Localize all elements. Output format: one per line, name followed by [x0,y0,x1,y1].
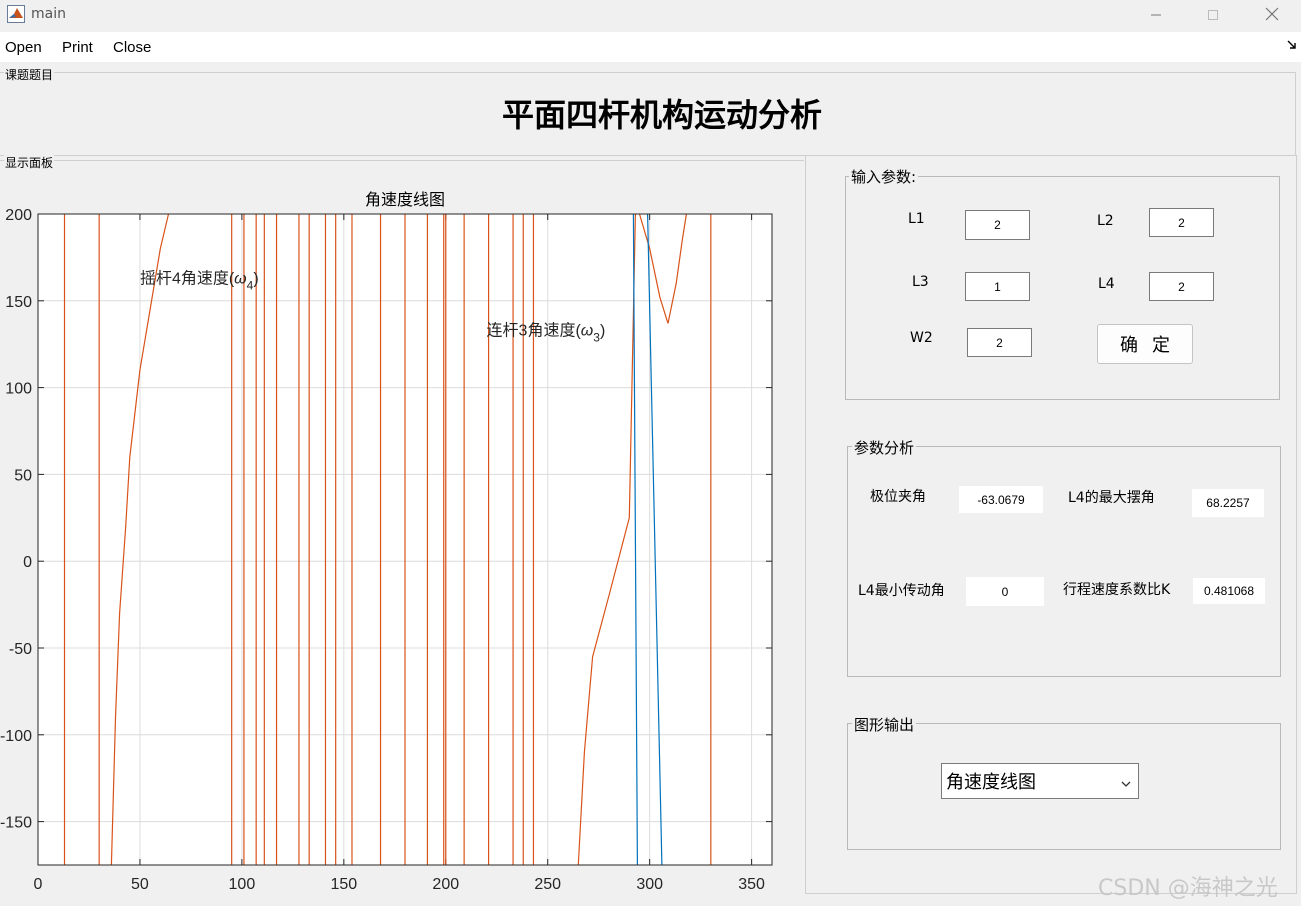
minimize-button[interactable] [1133,0,1179,31]
l2-label: L2 [1097,213,1114,229]
confirm-button[interactable]: 确定 [1097,324,1193,364]
y-tick-label: 150 [5,294,32,311]
y-tick-label: 50 [14,467,32,484]
l3-label: L3 [912,274,929,290]
matlab-app-icon [7,5,25,23]
w2-input[interactable]: 2 [967,328,1032,357]
speed-ratio-label: 行程速度系数比K [1063,582,1171,598]
graph-type-selected: 角速度线图 [946,772,1036,793]
w2-label: W2 [910,330,933,346]
x-tick-label: 200 [432,876,459,893]
l3-input[interactable]: 1 [965,272,1030,301]
corner-arrow-icon[interactable] [1287,40,1297,53]
window-titlebar [0,0,1301,31]
y-tick-label: -50 [9,641,32,658]
display-panel-legend: 显示面板 [4,154,55,171]
l1-input[interactable]: 2 [965,210,1030,240]
y-tick-label: 100 [5,381,32,398]
x-tick-label: 300 [636,876,663,893]
chart-title: 角速度线图 [365,191,445,209]
max-swing-value: 68.2257 [1192,489,1264,517]
x-tick-label: 350 [738,876,765,893]
extreme-angle-value: -63.0679 [959,486,1043,513]
menu-print[interactable]: Print [62,39,93,56]
speed-ratio-value: 0.481068 [1193,578,1265,604]
x-tick-label: 100 [229,876,256,893]
y-tick-label: -150 [0,815,32,832]
menu-open[interactable]: Open [5,39,42,56]
extreme-angle-label: 极位夹角 [870,489,926,505]
title-panel-legend: 课题题目 [4,66,55,83]
x-tick-label: 250 [534,876,561,893]
min-transmission-label: L4最小传动角 [858,583,945,599]
watermark: CSDN @海神之光 [1098,876,1278,901]
min-transmission-value: 0 [966,577,1044,606]
input-params-legend: 输入参数: [849,166,919,187]
close-icon [1265,6,1279,25]
graph-type-select[interactable]: 角速度线图 [941,763,1139,799]
minimize-icon [1150,6,1162,25]
chevron-down-icon [1120,774,1132,795]
l4-label: L4 [1098,276,1115,292]
window-title: main [31,6,66,22]
menu-close[interactable]: Close [113,39,151,56]
analysis-panel [847,446,1281,677]
input-params-panel [845,176,1280,400]
y-tick-label: 200 [5,207,32,224]
menu-bar [0,32,1301,62]
close-window-button[interactable] [1249,0,1295,31]
x-tick-label: 50 [131,876,149,893]
y-tick-label: 0 [23,554,32,571]
angular-velocity-chart: 角速度线图 0 50 100 150 200 250 300 350 -150 -100 -50 0 5… [0,191,773,893]
x-tick-label: 0 [34,876,43,893]
maximize-button[interactable] [1190,0,1236,31]
maximize-icon [1207,6,1219,25]
page-title: 平面四杆机构运动分析 [502,96,823,134]
y-tick-label: -100 [0,728,32,745]
x-tick-label: 150 [330,876,357,893]
max-swing-label: L4的最大摆角 [1068,490,1155,506]
display-panel [0,160,804,161]
analysis-legend: 参数分析 [852,437,917,458]
graph-output-legend: 图形输出 [852,714,917,735]
l2-input[interactable]: 2 [1149,208,1214,237]
l4-input[interactable]: 2 [1149,272,1214,301]
l1-label: L1 [908,211,925,227]
